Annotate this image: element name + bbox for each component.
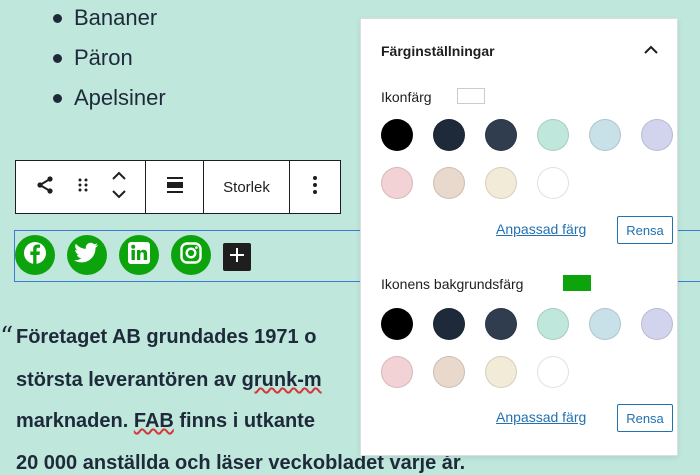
chevron-up-icon[interactable] [111,169,127,187]
icon-color-preview [457,88,485,104]
plus-icon [229,247,245,268]
chevron-up-icon [644,42,658,60]
color-swatch[interactable] [381,167,413,199]
color-swatch[interactable] [537,119,569,151]
linkedin-icon [128,241,150,269]
quote-line: största leverantören av grunk-m [16,369,322,392]
color-swatch[interactable] [381,119,413,151]
color-swatch[interactable] [485,356,517,388]
color-swatch[interactable] [485,167,517,199]
quote-line: Företaget AB grundades 1971 o [16,326,317,348]
twitter-icon [74,242,100,269]
color-swatch[interactable] [433,308,465,340]
color-swatch[interactable] [433,356,465,388]
spellcheck-word: grunk-m [241,369,322,391]
share-block-button[interactable] [25,161,65,213]
icon-custom-color-link[interactable]: Anpassad färg [496,221,586,237]
twitter-link[interactable] [67,235,107,275]
icon-color-label: Ikonfärg [381,89,432,105]
instagram-icon [180,241,202,269]
chevron-down-icon[interactable] [111,187,127,205]
panel-title: Färginställningar [381,43,495,59]
color-swatch[interactable] [537,167,569,199]
toolbar-group-align [146,161,204,213]
collapse-panel-button[interactable] [641,41,661,61]
bullet-list: Bananer Päron Apelsiner [48,0,166,118]
quote-line: marknaden. FAB finns i utkante [16,410,315,432]
bg-color-clear-button[interactable]: Rensa [617,404,673,432]
color-swatch[interactable] [485,308,517,340]
drag-icon [77,177,89,198]
list-item: Päron [48,38,166,78]
align-button[interactable] [146,161,203,213]
color-swatch[interactable] [381,308,413,340]
color-swatch[interactable] [381,356,413,388]
size-button[interactable]: Storlek [204,161,289,213]
color-swatch[interactable] [589,308,621,340]
quote-mark: “ [0,322,14,352]
more-vertical-icon [312,175,318,200]
color-swatch[interactable] [641,308,673,340]
bg-custom-color-link[interactable]: Anpassad färg [496,409,586,425]
toolbar-group-size: Storlek [204,161,290,213]
share-icon [35,175,55,200]
bg-color-preview [563,275,591,291]
color-swatch[interactable] [641,119,673,151]
color-swatch[interactable] [589,119,621,151]
add-social-icon-button[interactable] [223,243,251,271]
icon-color-clear-button[interactable]: Rensa [617,216,673,244]
list-item: Bananer [48,0,166,38]
facebook-icon [22,240,48,271]
size-label: Storlek [223,178,270,196]
quote-line-text: största leverantören av grunk-m [16,369,322,391]
facebook-link[interactable] [15,235,55,275]
instagram-link[interactable] [171,235,211,275]
color-swatch[interactable] [433,167,465,199]
color-swatch[interactable] [433,119,465,151]
options-button[interactable] [290,161,340,213]
color-swatch[interactable] [537,356,569,388]
linkedin-link[interactable] [119,235,159,275]
block-toolbar: Storlek [15,160,341,214]
color-settings-panel: Färginställningar Ikonfärg Anpassad färg… [360,18,678,456]
list-item: Apelsiner [48,78,166,118]
move-block-buttons [101,161,137,213]
color-swatch[interactable] [537,308,569,340]
drag-handle[interactable] [65,161,101,213]
spellcheck-word: FAB [133,410,174,432]
bg-color-label: Ikonens bakgrundsfärg [381,276,524,292]
toolbar-group-block [16,161,146,213]
toolbar-group-options [290,161,340,213]
color-swatch[interactable] [485,119,517,151]
align-icon [165,176,185,199]
